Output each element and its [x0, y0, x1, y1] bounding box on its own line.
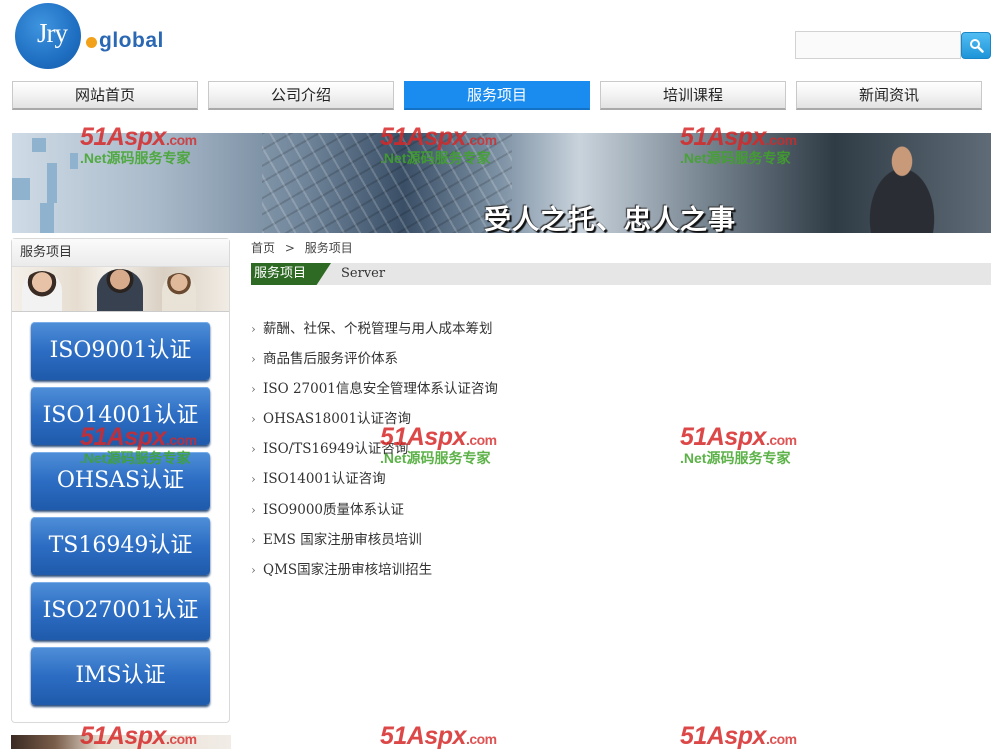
logo-dot [86, 37, 97, 48]
service-link[interactable]: 商品售后服务评价体系 [251, 345, 498, 375]
watermark-domain: .com [465, 731, 497, 747]
person-graphic [97, 269, 143, 311]
sidebar-bottom-image [11, 735, 231, 749]
breadcrumb: 首页 > 服务项目 [251, 239, 359, 256]
person-graphic [22, 271, 62, 311]
section-header: 服务项目 Server [251, 263, 991, 285]
sidebar: 服务项目 ISO9001认证 ISO14001认证 OHSAS认证 TS1694… [11, 238, 230, 723]
watermark-brand: 51Aspx [380, 722, 466, 749]
search-icon [970, 39, 984, 53]
btn-iso14001[interactable]: ISO14001认证 [31, 387, 210, 445]
btn-iso27001[interactable]: ISO27001认证 [31, 582, 210, 640]
watermark: 51Aspx.com [380, 722, 520, 749]
businessman-graphic [852, 141, 952, 233]
building-graphic [262, 133, 512, 233]
service-link[interactable]: OHSAS18001认证咨询 [251, 405, 498, 435]
watermark-tagline: .Net源码服务专家 [680, 450, 791, 466]
nav-services[interactable]: 服务项目 [404, 81, 590, 110]
btn-ohsas[interactable]: OHSAS认证 [31, 452, 210, 510]
main-nav: 网站首页 公司介绍 服务项目 培训课程 新闻资讯 [12, 81, 992, 111]
nav-about[interactable]: 公司介绍 [208, 81, 394, 110]
service-link[interactable]: EMS 国家注册审核员培训 [251, 526, 498, 556]
watermark-brand: 51Aspx [680, 722, 766, 749]
watermark-brand: 51Aspx [680, 423, 766, 451]
nav-news[interactable]: 新闻资讯 [796, 81, 982, 110]
service-link[interactable]: ISO14001认证咨询 [251, 465, 498, 495]
btn-ts16949[interactable]: TS16949认证 [31, 517, 210, 575]
sidebar-title: 服务项目 [12, 239, 229, 267]
breadcrumb-home[interactable]: 首页 [251, 241, 275, 255]
service-link[interactable]: 薪酬、社保、个税管理与用人成本筹划 [251, 315, 498, 345]
watermark: 51Aspx.com .Net源码服务专家 [680, 423, 820, 473]
service-link[interactable]: QMS国家注册审核培训招生 [251, 556, 498, 586]
btn-ims[interactable]: IMS认证 [31, 647, 210, 705]
search-button[interactable] [961, 32, 991, 59]
section-title: 服务项目 [251, 263, 331, 285]
nav-home[interactable]: 网站首页 [12, 81, 198, 110]
breadcrumb-separator: > [284, 241, 295, 255]
nav-training[interactable]: 培训课程 [600, 81, 786, 110]
service-link[interactable]: ISO9000质量体系认证 [251, 496, 498, 526]
watermark-domain: .com [765, 731, 797, 747]
site-logo[interactable]: Jry global [15, 2, 175, 72]
logo-text-global: global [99, 29, 164, 52]
service-link[interactable]: ISO/TS16949认证咨询 [251, 435, 498, 465]
btn-iso9001[interactable]: ISO9001认证 [31, 322, 210, 380]
person-graphic [162, 273, 196, 311]
service-list: 薪酬、社保、个税管理与用人成本筹划 商品售后服务评价体系 ISO 27001信息… [251, 315, 498, 586]
service-link[interactable]: ISO 27001信息安全管理体系认证咨询 [251, 375, 498, 405]
banner-slogan: 受人之托、忠人之事 [484, 205, 736, 233]
sidebar-team-photo [12, 267, 229, 312]
section-subtitle: Server [341, 266, 386, 281]
search-input[interactable] [795, 31, 961, 59]
banner-image: 受人之托、忠人之事 [12, 133, 991, 233]
watermark-domain: .com [765, 432, 797, 448]
breadcrumb-current: 服务项目 [304, 241, 353, 255]
watermark: 51Aspx.com [680, 722, 820, 749]
logo-text-jry: Jry [37, 18, 68, 48]
